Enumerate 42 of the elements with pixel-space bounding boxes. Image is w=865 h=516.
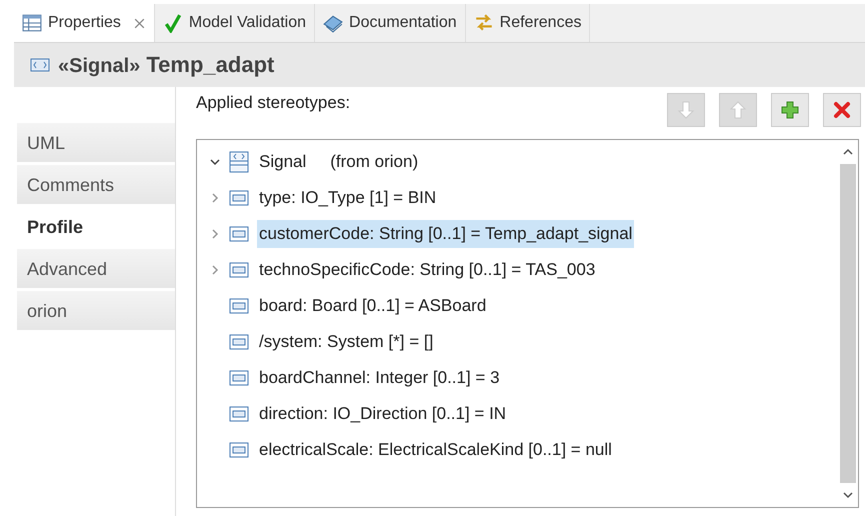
property-icon — [229, 190, 249, 206]
property-icon — [229, 226, 249, 242]
tree-item[interactable]: /system: System [*] = [] — [209, 324, 838, 360]
book-icon — [323, 13, 344, 33]
tree-item[interactable]: electricalScale: ElectricalScaleKind [0..1] = null — [209, 432, 838, 468]
plus-icon — [780, 100, 800, 120]
property-icon — [229, 442, 249, 458]
table-icon — [22, 13, 42, 33]
delete-icon — [832, 100, 852, 120]
property-icon — [229, 370, 249, 386]
arrows-icon — [474, 13, 494, 33]
tree-item[interactable]: direction: IO_Direction [0..1] = IN — [209, 396, 838, 432]
view-tab[interactable]: Model Validation — [154, 4, 316, 42]
view-tab[interactable]: References — [466, 4, 590, 42]
property-icon — [229, 334, 249, 350]
sidebar-tab[interactable]: Comments — [17, 165, 175, 207]
tree-item[interactable]: technoSpecificCode: String [0..1] = TAS_003 — [209, 252, 838, 288]
sidebar-tab[interactable]: Advanced — [17, 249, 175, 291]
tree-item[interactable]: Signal (from orion) — [209, 144, 838, 180]
tree-item[interactable]: boardChannel: Integer [0..1] = 3 — [209, 360, 838, 396]
tree-item[interactable]: board: Board [0..1] = ASBoard — [209, 288, 838, 324]
scroll-up-icon[interactable] — [842, 148, 854, 156]
arrow-down-icon — [676, 100, 696, 120]
add-button[interactable] — [771, 93, 809, 127]
arrow-up-icon — [728, 100, 748, 120]
tree-item[interactable]: type: IO_Type [1] = BIN — [209, 180, 838, 216]
element-title: «Signal» Temp_adapt — [58, 52, 274, 78]
stereotype-icon — [30, 58, 50, 72]
section-label: Applied stereotypes: — [196, 93, 350, 113]
scroll-down-icon[interactable] — [842, 491, 854, 499]
stereotype-icon — [229, 151, 249, 173]
remove-button[interactable] — [823, 93, 861, 127]
sidebar-tab[interactable]: UML — [17, 123, 175, 165]
property-icon — [229, 406, 249, 422]
tree-item[interactable]: customerCode: String [0..1] = Temp_adapt_signal — [209, 216, 838, 252]
property-icon — [229, 262, 249, 278]
view-tab[interactable]: Properties — [14, 4, 155, 42]
close-icon[interactable] — [132, 16, 146, 30]
property-icon — [229, 298, 249, 314]
view-tab[interactable]: Documentation — [315, 4, 466, 42]
checkmark-icon — [162, 13, 183, 33]
sidebar-tab[interactable]: orion — [17, 291, 175, 333]
